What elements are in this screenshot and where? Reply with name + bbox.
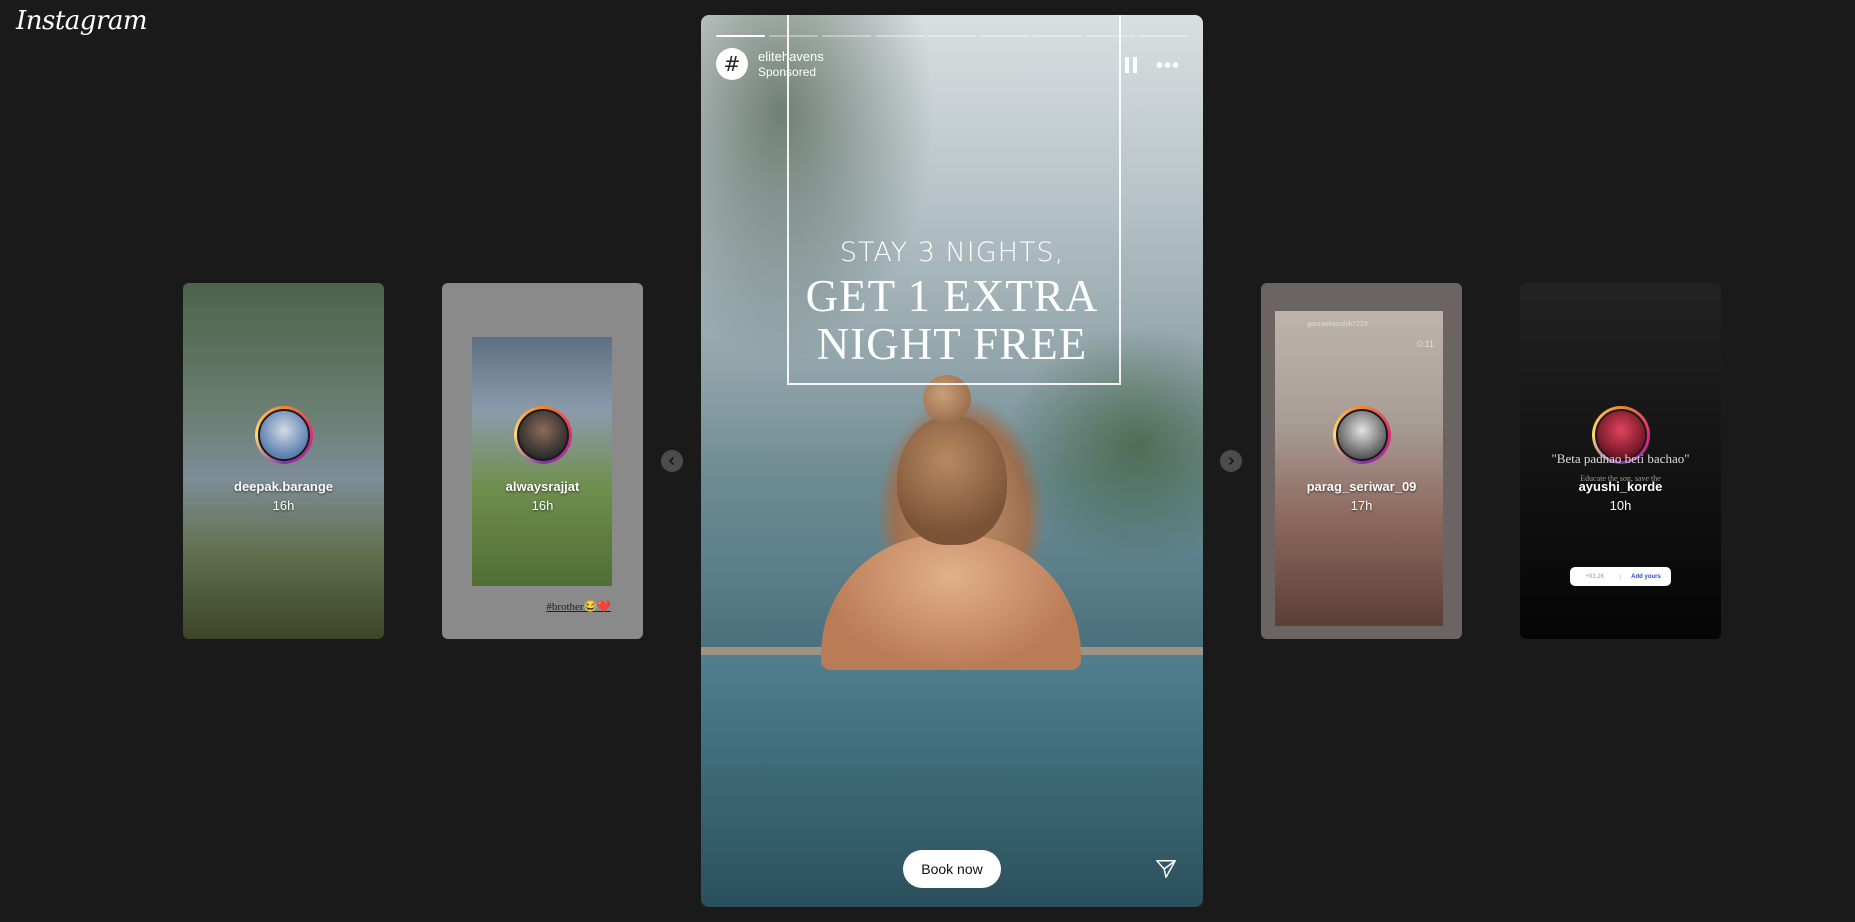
more-options-icon[interactable]: •••: [1156, 55, 1180, 78]
next-story-button[interactable]: [1220, 450, 1242, 472]
avatar: [516, 409, 569, 461]
story-card-parag[interactable]: gauravkaushik7229 0:11 parag_seriwar_09 …: [1261, 283, 1462, 639]
story-card-deepak[interactable]: deepak.barange 16h: [183, 283, 384, 639]
story-username[interactable]: elitehavens: [758, 49, 824, 64]
story-time: 16h: [531, 498, 554, 513]
woman-head: [897, 415, 1007, 545]
chevron-left-icon: [668, 456, 675, 466]
story-username: deepak.barange: [234, 479, 333, 494]
progress-segment: [927, 35, 977, 37]
active-story[interactable]: STAY 3 NIGHTS, GET 1 EXTRA NIGHT FREE # …: [701, 15, 1203, 907]
inner-timer: 0:11: [1417, 339, 1434, 349]
avatar-ring: [1332, 406, 1391, 464]
story-username: alwaysrajjat: [505, 479, 580, 494]
promo-line-2: GET 1 EXTRA: [805, 271, 1099, 321]
previous-story-button[interactable]: [661, 450, 683, 472]
story-time: 10h: [1609, 498, 1632, 513]
story-quote: "Beta padhao beti bachao": [1551, 451, 1690, 466]
progress-segment: [1033, 35, 1083, 37]
send-icon[interactable]: [1155, 858, 1177, 880]
avatar-ring: [254, 406, 313, 464]
story-thumbnail: [1275, 311, 1443, 626]
story-card-alwaysrajjat[interactable]: alwaysrajjat 16h #brother😂❤️: [442, 283, 643, 639]
progress-segment: [1139, 35, 1189, 37]
progress-segment: [980, 35, 1030, 37]
promo-headline-1: STAY 3 NIGHTS,: [839, 237, 1065, 268]
progress-segment: [874, 35, 924, 37]
instagram-logo[interactable]: Instagram: [16, 6, 148, 36]
promo-headline-2: GET 1 EXTRA NIGHT FREE: [701, 272, 1203, 368]
sticker-count: +93.2K: [1585, 573, 1605, 580]
story-username: parag_seriwar_09: [1306, 479, 1417, 494]
story-username: ayushi_korde: [1578, 479, 1663, 494]
progress-segment: [1086, 35, 1136, 37]
story-header: # elitehavens Sponsored: [716, 48, 824, 80]
promo-line-3: NIGHT FREE: [816, 319, 1088, 369]
progress-segment: [768, 35, 818, 37]
progress-segment: [821, 35, 871, 37]
hashtag-avatar[interactable]: #: [716, 48, 748, 80]
avatar: [1335, 409, 1388, 461]
story-progress-bar: [716, 35, 1189, 37]
inner-username: gauravkaushik7229: [1307, 321, 1368, 328]
chevron-right-icon: [1228, 456, 1235, 466]
avatar: [257, 409, 310, 461]
progress-segment: [716, 35, 765, 37]
sticker-label: Add yours: [1620, 573, 1671, 580]
pause-icon[interactable]: [1125, 57, 1139, 73]
story-caption: #brother😂❤️: [546, 601, 611, 613]
story-time: 17h: [1350, 498, 1373, 513]
avatar-ring: [513, 406, 572, 464]
sponsored-label: Sponsored: [758, 64, 817, 79]
story-time: 16h: [272, 498, 295, 513]
book-now-button[interactable]: Book now: [903, 850, 1001, 888]
story-card-ayushi[interactable]: "Beta padhao beti bachao" Educate the so…: [1520, 283, 1721, 639]
add-yours-sticker: +93.2K Add yours: [1570, 567, 1671, 586]
